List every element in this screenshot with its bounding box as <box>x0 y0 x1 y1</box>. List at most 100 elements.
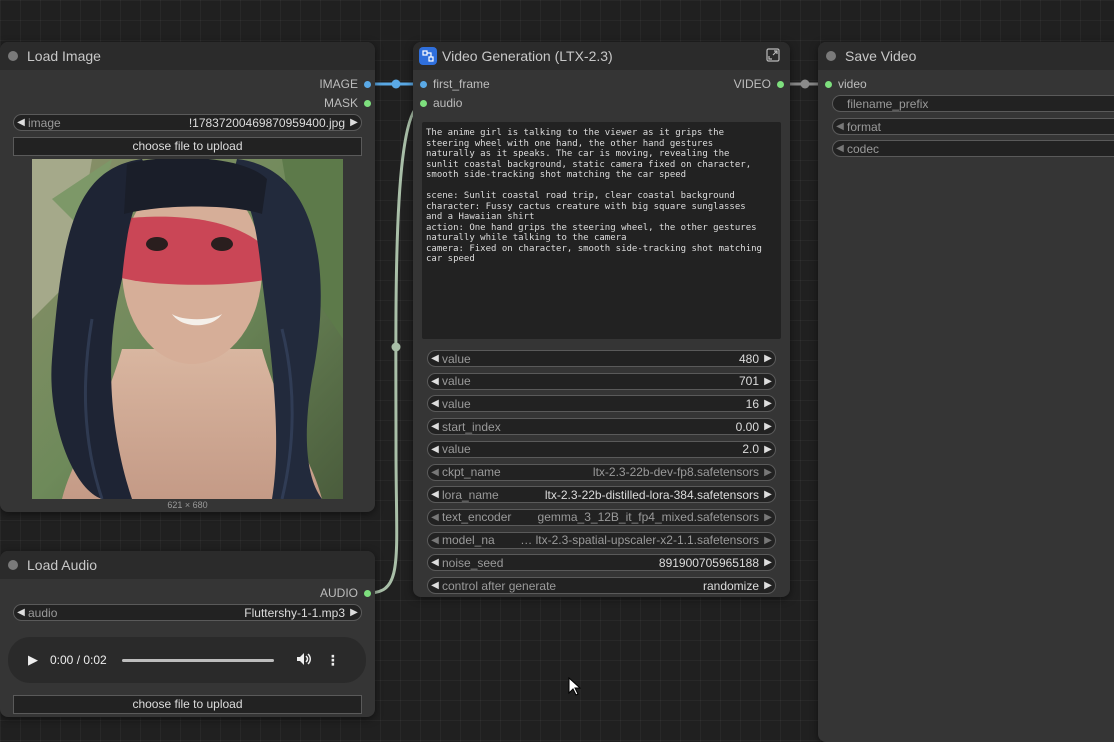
arrow-left-icon[interactable]: ◀ <box>428 489 442 500</box>
format-combo[interactable]: ◀ format <box>832 118 1114 135</box>
widget-ckpt-name[interactable]: ◀ ckpt_name ltx-2.3-22b-dev-fp8.safetensor… <box>427 463 776 481</box>
play-icon[interactable]: ▶ <box>28 652 38 668</box>
arrow-right-icon[interactable]: ▶ <box>761 376 775 387</box>
arrow-right-icon[interactable]: ▶ <box>761 467 775 478</box>
filename-prefix-input[interactable]: filename_prefix <box>832 95 1114 112</box>
save-video-header[interactable]: Save Video <box>818 42 1114 70</box>
arrow-right-icon[interactable]: ▶ <box>347 117 361 128</box>
arrow-left-icon[interactable]: ◀ <box>14 117 28 128</box>
input-video[interactable]: video <box>825 76 867 92</box>
load-image-node[interactable]: Load Image IMAGE MASK ◀ image !178372004… <box>0 42 375 512</box>
arrow-right-icon[interactable]: ▶ <box>761 353 775 364</box>
arrow-right-icon[interactable]: ▶ <box>761 444 775 455</box>
widget-label: start_index <box>442 419 501 434</box>
widget-value[interactable]: ◀ value 701 ▶ <box>427 372 776 390</box>
output-mask[interactable]: MASK <box>324 95 371 111</box>
widget-value: 0.00 <box>735 419 759 434</box>
arrow-left-icon[interactable]: ◀ <box>14 607 28 618</box>
prompt-textarea[interactable]: The anime girl is talking to the viewer … <box>422 122 781 339</box>
video-generation-node[interactable]: Video Generation (LTX-2.3) first_frame a… <box>413 42 790 597</box>
widget-label: value <box>442 374 471 389</box>
arrow-left-icon[interactable]: ◀ <box>428 376 442 387</box>
codec-combo[interactable]: ◀ codec <box>832 140 1114 157</box>
widget-value[interactable]: ◀ value 16 ▶ <box>427 395 776 413</box>
upload-button[interactable]: choose file to upload <box>13 695 362 714</box>
audio-progress-bar[interactable] <box>121 658 274 662</box>
image-preview <box>32 159 343 499</box>
node-title: Video Generation (LTX-2.3) <box>442 48 613 64</box>
audio-player[interactable]: ▶ 0:00 / 0:02 ⋮ <box>8 637 366 683</box>
arrow-right-icon[interactable]: ▶ <box>761 535 775 546</box>
arrow-right-icon[interactable]: ▶ <box>761 557 775 568</box>
video-generation-header[interactable]: Video Generation (LTX-2.3) <box>413 42 790 70</box>
collapse-dot-icon[interactable] <box>8 560 18 570</box>
input-pin-icon[interactable] <box>420 99 427 107</box>
input-first-frame[interactable]: first_frame <box>420 76 490 92</box>
output-video[interactable]: VIDEO <box>734 76 784 92</box>
widget-lora-name[interactable]: ◀ lora_name ltx-2.3-22b-distilled-lora-384… <box>427 486 776 504</box>
widget-value: ltx-2.3-22b-distilled-lora-384.safetenso… <box>544 487 759 502</box>
arrow-left-icon[interactable]: ◀ <box>428 580 442 591</box>
widget-label: text_encoder <box>442 510 512 525</box>
image-combo[interactable]: ◀ image !17837200469870959400.jpg ▶ <box>13 114 362 131</box>
arrow-right-icon[interactable]: ▶ <box>347 607 361 618</box>
upload-button[interactable]: choose file to upload <box>13 137 362 156</box>
output-label: IMAGE <box>319 77 358 91</box>
volume-icon[interactable] <box>296 652 312 669</box>
arrow-right-icon[interactable]: ▶ <box>761 421 775 432</box>
arrow-left-icon[interactable]: ◀ <box>428 353 442 364</box>
audio-time: 0:00 / 0:02 <box>50 653 107 667</box>
output-label: VIDEO <box>733 77 771 91</box>
arrow-left-icon[interactable]: ◀ <box>428 535 442 546</box>
widget-start-index[interactable]: ◀ start_index 0.00 ▶ <box>427 418 776 436</box>
widget-value[interactable]: ◀ value 2.0 ▶ <box>427 440 776 458</box>
arrow-right-icon[interactable]: ▶ <box>761 398 775 409</box>
widget-value: 2.0 <box>742 442 759 457</box>
widget-label: value <box>442 442 471 457</box>
expand-icon[interactable] <box>766 47 780 65</box>
load-image-header[interactable]: Load Image <box>0 42 375 70</box>
image-link-midpoint <box>391 79 401 89</box>
save-video-node[interactable]: Save Video video filename_prefix ◀ forma… <box>818 42 1114 742</box>
widget-value[interactable]: ◀ value 480 ▶ <box>427 350 776 367</box>
output-pin-icon[interactable] <box>364 80 371 88</box>
output-pin-icon[interactable] <box>777 80 784 88</box>
load-audio-node[interactable]: Load Audio AUDIO ◀ audio Fluttershy-1-1.… <box>0 551 375 717</box>
arrow-right-icon[interactable]: ▶ <box>761 489 775 500</box>
output-label: AUDIO <box>319 586 358 600</box>
video-link-midpoint <box>800 79 810 89</box>
collapse-dot-icon[interactable] <box>826 51 836 61</box>
more-options-icon[interactable]: ⋮ <box>326 652 340 669</box>
output-pin-icon[interactable] <box>364 99 371 107</box>
arrow-left-icon[interactable]: ◀ <box>833 143 847 154</box>
widget-label: control after generate <box>442 578 557 593</box>
input-pin-icon[interactable] <box>825 80 832 88</box>
audio-combo[interactable]: ◀ audio Fluttershy-1-1.mp3 ▶ <box>13 604 362 621</box>
collapse-dot-icon[interactable] <box>8 51 18 61</box>
widget-control-after-generate[interactable]: ◀ control after generate randomize ▶ <box>427 577 776 594</box>
widget-value: !17837200469870959400.jpg <box>188 115 345 130</box>
widget-noise-seed[interactable]: ◀ noise_seed 891900705965188 ▶ <box>427 554 776 572</box>
widget-label: value <box>442 396 471 411</box>
widget-label: filename_prefix <box>847 96 929 111</box>
arrow-left-icon[interactable]: ◀ <box>428 444 442 455</box>
widget-model-na[interactable]: ◀ model_na … ltx-2.3-spatial-upscaler-x2-1… <box>427 531 776 549</box>
arrow-left-icon[interactable]: ◀ <box>833 121 847 132</box>
input-pin-icon[interactable] <box>420 80 427 88</box>
output-image[interactable]: IMAGE <box>319 76 371 92</box>
subgraph-icon <box>419 47 437 65</box>
output-audio[interactable]: AUDIO <box>320 585 371 601</box>
widget-label: ckpt_name <box>442 465 501 479</box>
input-audio[interactable]: audio <box>420 95 462 111</box>
output-pin-icon[interactable] <box>364 589 371 597</box>
node-title: Load Audio <box>27 557 98 573</box>
arrow-right-icon[interactable]: ▶ <box>761 580 775 591</box>
arrow-right-icon[interactable]: ▶ <box>761 512 775 523</box>
arrow-left-icon[interactable]: ◀ <box>428 421 442 432</box>
arrow-left-icon[interactable]: ◀ <box>428 398 442 409</box>
arrow-left-icon[interactable]: ◀ <box>428 467 442 478</box>
widget-text-encoder[interactable]: ◀ text_encoder gemma_3_12B_it_fp4_mixed.sa… <box>427 508 776 526</box>
load-audio-header[interactable]: Load Audio <box>0 551 375 579</box>
arrow-left-icon[interactable]: ◀ <box>428 512 442 523</box>
arrow-left-icon[interactable]: ◀ <box>428 557 442 568</box>
